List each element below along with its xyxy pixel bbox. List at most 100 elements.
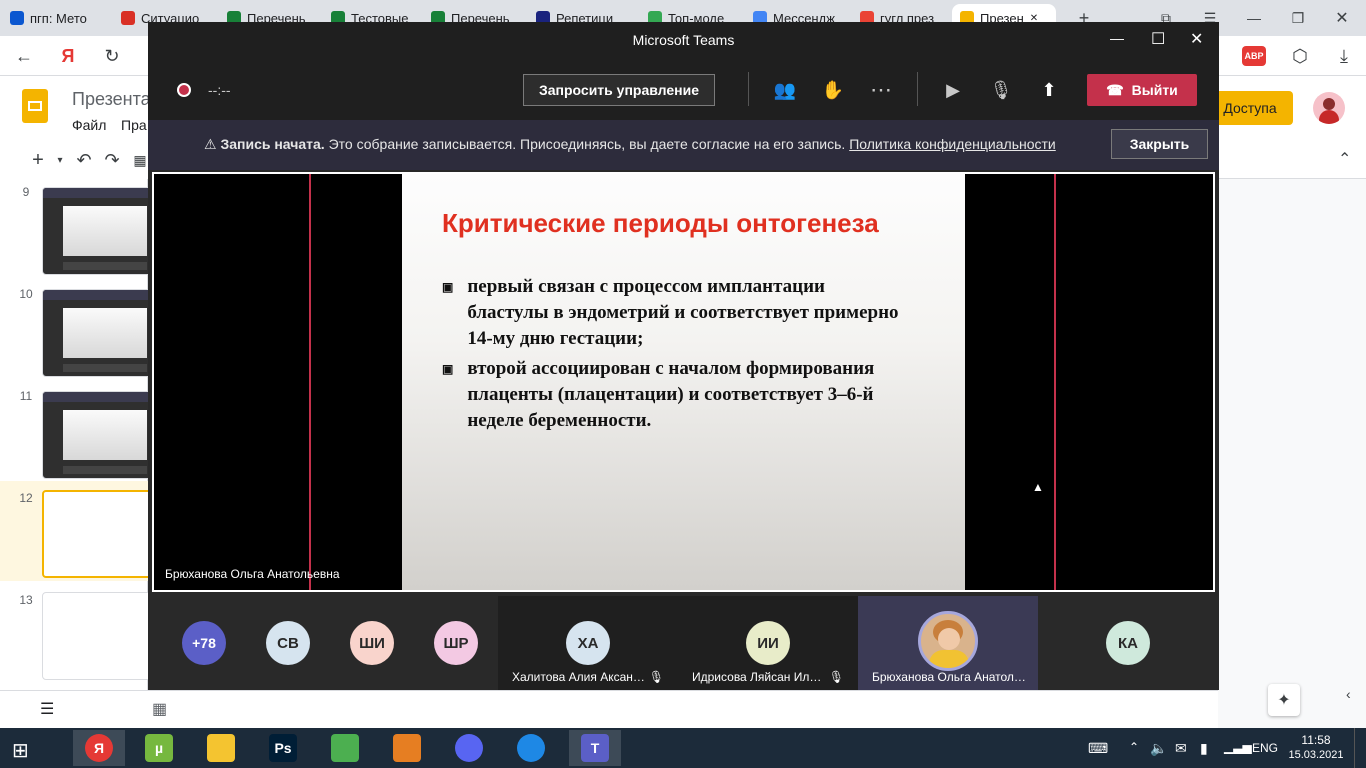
reload-icon[interactable]: ↻ <box>98 42 126 70</box>
share-screen-icon[interactable]: ⬆ <box>1031 72 1067 108</box>
bullet-icon: ▣ <box>442 362 454 376</box>
frame-line <box>309 174 311 590</box>
taskbar-app[interactable]: µ <box>135 730 183 766</box>
taskbar-app[interactable]: T <box>569 730 621 766</box>
back-icon[interactable]: ← <box>10 42 38 70</box>
mic-muted-icon: 🎙 <box>828 670 844 684</box>
slide-thumbnail[interactable] <box>42 187 152 275</box>
participant-photo-avatar <box>918 611 978 671</box>
collapse-icon[interactable]: ⌃ <box>1338 149 1351 169</box>
tutor-icon <box>10 11 24 25</box>
windows-start-icon[interactable]: ⊞ <box>12 738 29 763</box>
participants-icon[interactable]: 👥 <box>767 72 803 108</box>
participant-tile[interactable]: КА <box>1038 596 1219 690</box>
network-status-icon[interactable]: ✉ <box>1175 740 1187 757</box>
taskbar-app[interactable] <box>321 730 369 766</box>
redo-icon[interactable]: ↷ <box>98 146 126 174</box>
slide-filmstrip: 9 10 11 12 13 <box>0 179 152 690</box>
mic-off-icon[interactable]: 🎙 <box>983 72 1019 108</box>
side-panel-toggle-icon[interactable]: ‹ <box>1346 686 1351 702</box>
browser-tab[interactable]: пгп: Мето <box>2 4 109 32</box>
extensions-icon[interactable]: ⬡ <box>1286 42 1314 70</box>
clock[interactable]: 11:58 15.03.2021 <box>1288 733 1344 761</box>
recording-banner: ⚠ Запись начата. Это собрание записывает… <box>148 120 1219 170</box>
keyboard-icon[interactable]: ⌨ <box>1088 740 1108 757</box>
explore-icon[interactable]: ✦ <box>1268 684 1300 716</box>
yandex-browser-icon: Я <box>85 734 113 762</box>
privacy-policy-link[interactable]: Политика конфиденциальности <box>849 136 1056 152</box>
taskbar-app[interactable] <box>445 730 493 766</box>
close-banner-label: Закрыть <box>1129 136 1190 152</box>
utorrent-icon: µ <box>145 734 173 762</box>
doc-icon <box>121 11 135 25</box>
teams-icon: T <box>581 734 609 762</box>
participant-tile-speaking[interactable]: Брюханова Ольга Анатол… <box>858 596 1038 690</box>
show-desktop-button[interactable] <box>1354 728 1366 768</box>
participant-avatar[interactable]: ШР <box>434 621 478 665</box>
close-icon[interactable]: ✕ <box>1328 4 1356 32</box>
yandex-icon[interactable]: Я <box>54 42 82 70</box>
minimize-icon[interactable]: — <box>1240 4 1268 32</box>
request-control-button[interactable]: Запросить управление <box>523 74 715 106</box>
recording-indicator-icon <box>177 83 191 97</box>
undo-icon[interactable]: ↶ <box>70 146 98 174</box>
participant-gallery: +78 СВ ШИ ШР ХА Халитова Алия Аксан… 🎙 И… <box>148 596 1219 690</box>
windows-taskbar: ⊞ Яµ Ps T ⌨ ⌃ 🔈 ✉ ▮ ▁▃▅ ENG 11:58 15.03.20… <box>0 728 1366 768</box>
filmstrip-view-icon[interactable]: ☰ <box>40 699 54 719</box>
file-explorer-icon <box>207 734 235 762</box>
tray-expand-icon[interactable]: ⌃ <box>1129 740 1139 754</box>
participant-avatar[interactable]: ШИ <box>350 621 394 665</box>
menu-file[interactable]: Файл <box>72 117 106 133</box>
taskbar-app[interactable] <box>507 730 555 766</box>
participant-avatar[interactable]: СВ <box>266 621 310 665</box>
grid-view-icon[interactable]: ▦ <box>152 699 167 719</box>
battery-icon[interactable]: ▮ <box>1200 740 1208 757</box>
slide-number: 12 <box>19 491 33 505</box>
restore-icon[interactable]: ❐ <box>1284 4 1312 32</box>
slide-number: 10 <box>19 287 33 301</box>
taskbar-app[interactable] <box>383 730 431 766</box>
frame-line <box>1054 174 1056 590</box>
slide-thumbnail[interactable] <box>42 391 152 479</box>
camera-off-icon[interactable]: ▶︎ <box>935 72 971 108</box>
window-title: Microsoft Teams <box>632 32 735 48</box>
slide-thumbnail-selected[interactable] <box>42 490 152 578</box>
slide-thumbnail[interactable] <box>42 592 152 680</box>
close-banner-button[interactable]: Закрыть <box>1111 129 1208 159</box>
slide-thumbnail[interactable] <box>42 289 152 377</box>
clock-time: 11:58 <box>1301 733 1331 747</box>
bullet-item: ▣ первый связан с процессом имплантации б… <box>442 274 902 352</box>
participant-tile[interactable]: ХА Халитова Алия Аксан… 🎙 <box>498 596 678 690</box>
close-icon[interactable]: ✕ <box>1190 29 1203 49</box>
maximize-icon[interactable]: ☐ <box>1151 29 1165 49</box>
taskbar-app[interactable]: Я <box>73 730 125 766</box>
volume-icon[interactable]: 🔈 <box>1150 740 1167 757</box>
more-participants[interactable]: +78 <box>182 621 226 665</box>
download-icon[interactable]: ⤓ <box>1330 42 1358 70</box>
bullet-icon: ▣ <box>442 280 454 294</box>
share-button[interactable]: Доступа <box>1207 91 1293 125</box>
raise-hand-icon[interactable]: ✋ <box>815 72 851 108</box>
slides-toolbar: + ▾ ↶ ↷ ▦ <box>0 141 148 179</box>
teams-title-bar: Microsoft Teams — ☐ ✕ <box>148 22 1219 58</box>
more-options-icon[interactable]: ⋯ <box>863 72 899 108</box>
leave-button[interactable]: ☎ Выйти <box>1087 74 1197 106</box>
taskbar-app[interactable]: Ps <box>259 730 307 766</box>
leave-label: Выйти <box>1131 82 1178 98</box>
adblock-badge[interactable]: ABP <box>1242 46 1266 66</box>
signal-icon[interactable]: ▁▃▅ <box>1224 740 1252 754</box>
taskbar-app[interactable] <box>197 730 245 766</box>
document-title[interactable]: Презента <box>72 89 151 110</box>
minimize-icon[interactable]: — <box>1110 30 1124 46</box>
maps-icon <box>331 734 359 762</box>
user-avatar[interactable] <box>1313 92 1345 124</box>
network-icon <box>517 734 545 762</box>
participant-tile[interactable]: ИИ Идрисова Ляйсан Ил… 🎙 <box>678 596 858 690</box>
slides-bottom-bar: ☰ ▦ <box>0 690 1218 728</box>
warning-icon: ⚠ <box>204 136 217 152</box>
mouse-cursor-icon: ▲ <box>1032 480 1044 494</box>
language-indicator[interactable]: ENG <box>1252 741 1278 755</box>
banner-text: Это собрание записывается. Присоединяясь… <box>328 136 846 152</box>
slides-logo-icon[interactable] <box>22 89 48 123</box>
menu-edit[interactable]: Пра <box>121 117 147 133</box>
